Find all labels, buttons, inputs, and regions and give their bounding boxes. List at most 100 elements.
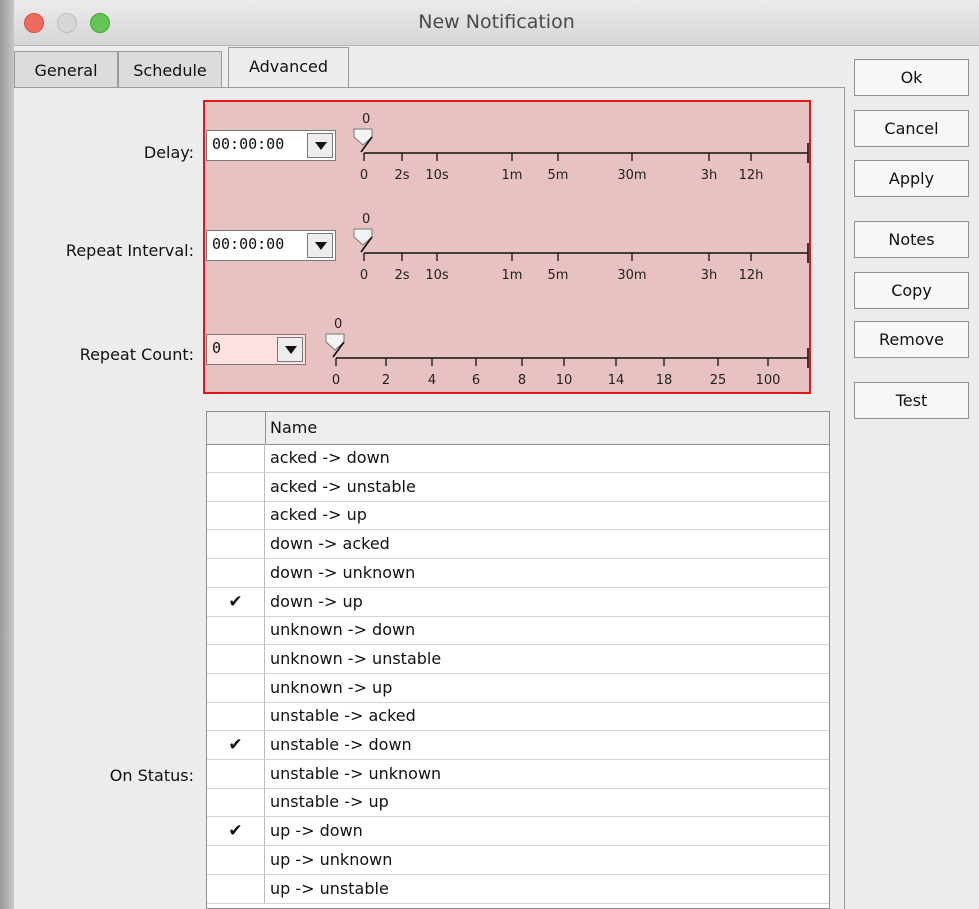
repeat-count-value: 0 xyxy=(212,339,222,357)
status-name: unstable -> unknown xyxy=(270,763,442,783)
notes-button[interactable]: Notes xyxy=(854,221,969,258)
row-checkbox[interactable] xyxy=(207,644,265,673)
status-name: up -> down xyxy=(270,821,363,841)
table-row[interactable]: ✔ unstable -> down xyxy=(207,731,829,760)
row-checkbox[interactable] xyxy=(207,874,265,903)
table-row[interactable]: unknown -> down xyxy=(207,616,829,646)
row-checkbox[interactable]: ✔ xyxy=(207,731,265,759)
row-checkbox[interactable] xyxy=(207,845,265,874)
table-row[interactable]: ✔ up -> down xyxy=(207,817,829,847)
notification-window: New Notification General Schedule Advanc… xyxy=(14,0,979,909)
slider-tick-label: 30m xyxy=(617,268,646,283)
slider-tick-label: 3h xyxy=(701,168,718,183)
row-checkbox[interactable] xyxy=(207,444,265,472)
table-row[interactable]: acked -> unstable xyxy=(207,472,829,502)
status-name: unknown -> down xyxy=(270,620,416,640)
status-name: unstable -> up xyxy=(270,792,389,812)
table-row[interactable]: acked -> down xyxy=(207,444,829,473)
table-row[interactable]: unstable -> acked xyxy=(207,702,829,732)
status-name: acked -> down xyxy=(270,448,390,467)
slider-thumb[interactable] xyxy=(325,333,345,351)
slider-tick-label: 4 xyxy=(428,373,436,388)
delay-combo[interactable]: 00:00:00 xyxy=(206,130,336,161)
slider-tick-label: 1m xyxy=(502,268,523,283)
tab-general[interactable]: General xyxy=(14,51,118,88)
table-header: Name xyxy=(207,412,829,445)
repeat-count-slider[interactable]: 0 0 2 4 6 8 10 14 18 25 100 xyxy=(316,310,812,390)
repeat-count-combo[interactable]: 0 xyxy=(206,334,306,365)
title-bar: New Notification xyxy=(14,0,979,46)
status-name: unknown -> up xyxy=(270,677,393,697)
slider-thumb[interactable] xyxy=(353,228,373,246)
slider-tick-label: 3h xyxy=(701,268,718,283)
table-row[interactable]: unstable -> unknown xyxy=(207,759,829,789)
copy-button[interactable]: Copy xyxy=(854,272,969,309)
slider-tick-label: 2 xyxy=(382,373,390,388)
slider-tick-label: 0 xyxy=(332,373,340,388)
slider-tick-label: 0 xyxy=(360,268,368,283)
slider-tick-label: 100 xyxy=(756,373,781,388)
cancel-button[interactable]: Cancel xyxy=(854,110,969,147)
chevron-down-icon[interactable] xyxy=(277,337,303,362)
ok-button[interactable]: Ok xyxy=(854,59,969,96)
row-checkbox[interactable] xyxy=(207,673,265,702)
window-title: New Notification xyxy=(418,11,575,33)
table-row[interactable]: down -> acked xyxy=(207,530,829,560)
tab-schedule[interactable]: Schedule xyxy=(118,51,222,88)
slider-tick-label: 5m xyxy=(548,268,569,283)
slider-tick-label: 14 xyxy=(608,373,625,388)
slider-tick-label: 1m xyxy=(502,168,523,183)
check-column-header[interactable] xyxy=(207,412,266,444)
check-icon: ✔ xyxy=(228,821,243,842)
table-row[interactable]: unknown -> unstable xyxy=(207,644,829,674)
status-name: unstable -> down xyxy=(270,735,412,754)
apply-button[interactable]: Apply xyxy=(854,160,969,197)
repeat-interval-combo[interactable]: 00:00:00 xyxy=(206,230,336,261)
slider-tick-label: 10s xyxy=(425,268,449,283)
row-checkbox[interactable] xyxy=(207,616,265,645)
chevron-down-icon[interactable] xyxy=(307,233,333,258)
slider-tick-label: 18 xyxy=(656,373,673,388)
row-checkbox[interactable] xyxy=(207,472,265,501)
table-row[interactable]: up -> unknown xyxy=(207,845,829,875)
row-checkbox[interactable] xyxy=(207,759,265,788)
row-checkbox[interactable] xyxy=(207,788,265,817)
slider-value: 0 xyxy=(362,112,370,127)
table-row[interactable]: unstable -> up xyxy=(207,788,829,818)
slider-tick-label: 6 xyxy=(472,373,480,388)
row-checkbox[interactable] xyxy=(207,702,265,731)
slider-tick-label: 5m xyxy=(548,168,569,183)
table-row[interactable]: ✔ down -> up xyxy=(207,587,829,617)
status-name: unstable -> acked xyxy=(270,706,416,726)
name-column-header[interactable]: Name xyxy=(270,418,317,437)
check-icon: ✔ xyxy=(228,735,243,755)
row-checkbox[interactable] xyxy=(207,558,265,587)
delay-value: 00:00:00 xyxy=(212,135,285,153)
row-checkbox[interactable]: ✔ xyxy=(207,587,265,616)
tab-advanced[interactable]: Advanced xyxy=(228,47,349,88)
slider-thumb[interactable] xyxy=(353,128,373,146)
slider-tick-label: 2s xyxy=(394,268,409,283)
slider-value: 0 xyxy=(362,212,370,227)
slider-tick-label: 0 xyxy=(360,168,368,183)
status-name: down -> up xyxy=(270,591,363,611)
row-checkbox[interactable] xyxy=(207,501,265,530)
delay-slider[interactable]: 0 0 2s 10s 1m 5m 30m 3h 12h xyxy=(342,105,812,185)
status-name: up -> unknown xyxy=(270,849,393,869)
status-name: down -> acked xyxy=(270,534,390,554)
table-row[interactable]: acked -> up xyxy=(207,501,829,531)
row-checkbox[interactable] xyxy=(207,530,265,559)
table-row[interactable]: up -> unstable xyxy=(207,874,829,904)
status-name: acked -> up xyxy=(270,505,367,525)
repeat-interval-slider[interactable]: 0 0 2s 10s 1m 5m 30m 3h 12h xyxy=(342,205,812,285)
row-checkbox[interactable]: ✔ xyxy=(207,817,265,846)
button-panel xyxy=(845,87,979,909)
slider-tick-label: 30m xyxy=(617,168,646,183)
table-row[interactable]: unknown -> up xyxy=(207,673,829,703)
remove-button[interactable]: Remove xyxy=(854,321,969,358)
test-button[interactable]: Test xyxy=(854,382,969,419)
slider-value: 0 xyxy=(334,317,342,332)
table-row[interactable]: down -> unknown xyxy=(207,558,829,588)
chevron-down-icon[interactable] xyxy=(307,133,333,158)
repeat-count-label: Repeat Count: xyxy=(79,345,194,364)
